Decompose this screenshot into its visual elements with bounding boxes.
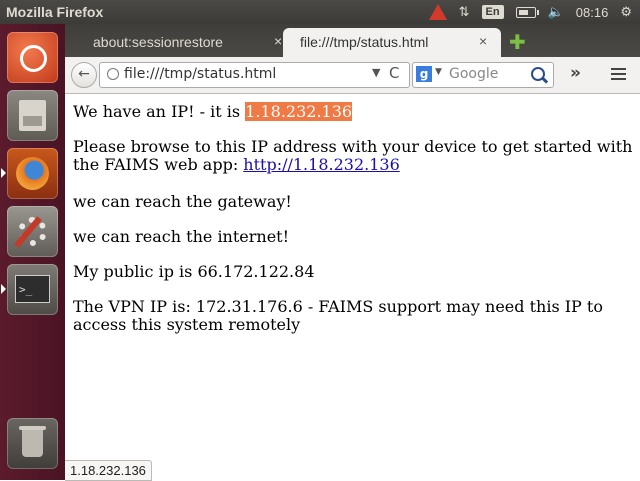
search-engine-icon[interactable]: g bbox=[416, 66, 432, 82]
page-content: We have an IP! - it is 1.18.232.136 Plea… bbox=[65, 94, 640, 480]
history-dropdown-icon[interactable]: ▼ bbox=[372, 66, 380, 79]
files-launcher-button[interactable] bbox=[7, 90, 58, 141]
ubuntu-dash-button[interactable] bbox=[7, 32, 58, 83]
link-status-bar: 1.18.232.136 bbox=[65, 460, 152, 481]
ubuntu-logo-icon bbox=[20, 45, 47, 72]
window-title: Mozilla Firefox bbox=[6, 4, 104, 20]
power-gear-icon[interactable]: ⚙ bbox=[620, 4, 632, 20]
search-magnifier-icon[interactable] bbox=[531, 67, 545, 81]
battery-icon[interactable] bbox=[515, 6, 539, 18]
tab-label: about:sessionrestore bbox=[93, 34, 223, 50]
search-engine-dropdown-icon[interactable]: ▼ bbox=[435, 67, 442, 77]
active-app-arrow-icon bbox=[1, 168, 6, 178]
url-bar[interactable]: file:///tmp/status.html ▼ C bbox=[99, 62, 410, 88]
gateway-status: we can reach the gateway! bbox=[73, 192, 292, 211]
hamburger-menu-icon[interactable] bbox=[611, 68, 626, 83]
tab-label: file:///tmp/status.html bbox=[300, 34, 429, 50]
toolbar-overflow-chevron-icon[interactable]: » bbox=[570, 63, 581, 83]
running-app-arrow-icon bbox=[1, 284, 6, 294]
tab-status-html[interactable]: file:///tmp/status.html × bbox=[283, 28, 501, 57]
browse-instructions: Please browse to this IP address with yo… bbox=[73, 138, 633, 174]
close-tab-icon[interactable]: × bbox=[274, 33, 282, 49]
close-tab-icon[interactable]: × bbox=[479, 33, 487, 49]
ip-line: We have an IP! - it is 1.18.232.136 bbox=[73, 102, 633, 121]
system-tray: ⇅ En 🔈 08:16 ⚙ bbox=[428, 0, 632, 24]
faims-web-app-link[interactable]: http://1.18.232.136 bbox=[243, 155, 399, 174]
keyboard-language-indicator[interactable]: En bbox=[481, 5, 504, 19]
volume-icon[interactable]: 🔈 bbox=[548, 4, 564, 20]
tab-bar: about:sessionrestore × file:///tmp/statu… bbox=[65, 24, 640, 57]
firefox-icon bbox=[16, 157, 49, 190]
network-arrows-icon[interactable]: ⇅ bbox=[459, 4, 470, 20]
trash-launcher-button[interactable] bbox=[7, 418, 58, 469]
url-text[interactable]: file:///tmp/status.html bbox=[124, 66, 276, 82]
ip-prefix: We have an IP! - it is bbox=[73, 102, 246, 121]
new-tab-plus-icon[interactable]: ✚ bbox=[509, 30, 526, 54]
navigation-bar: ← file:///tmp/status.html ▼ C g ▼ Google… bbox=[65, 57, 640, 94]
public-ip-text: My public ip is 66.172.122.84 bbox=[73, 262, 315, 281]
internet-status: we can reach the internet! bbox=[73, 227, 290, 246]
tab-sessionrestore[interactable]: about:sessionrestore × bbox=[71, 28, 289, 57]
terminal-icon: >_ bbox=[15, 275, 50, 303]
globe-icon[interactable] bbox=[107, 68, 119, 80]
firefox-launcher-button[interactable] bbox=[1, 148, 58, 199]
back-button[interactable]: ← bbox=[71, 62, 97, 88]
clock[interactable]: 08:16 bbox=[576, 5, 609, 20]
search-bar[interactable]: g ▼ Google bbox=[412, 62, 554, 88]
trash-icon bbox=[19, 426, 46, 457]
reload-icon[interactable]: C bbox=[389, 64, 399, 82]
launcher: >_ bbox=[0, 24, 65, 480]
warning-icon[interactable] bbox=[428, 4, 447, 20]
top-panel: Mozilla Firefox ⇅ En 🔈 08:16 ⚙ bbox=[0, 0, 640, 24]
terminal-launcher-button[interactable]: >_ bbox=[1, 264, 58, 315]
vpn-ip-text: The VPN IP is: 172.31.176.6 - FAIMS supp… bbox=[73, 297, 603, 334]
ip-highlight: 1.18.232.136 bbox=[245, 102, 353, 121]
system-settings-launcher-button[interactable] bbox=[7, 206, 58, 257]
file-cabinet-icon bbox=[19, 100, 46, 131]
search-input[interactable]: Google bbox=[449, 66, 498, 82]
